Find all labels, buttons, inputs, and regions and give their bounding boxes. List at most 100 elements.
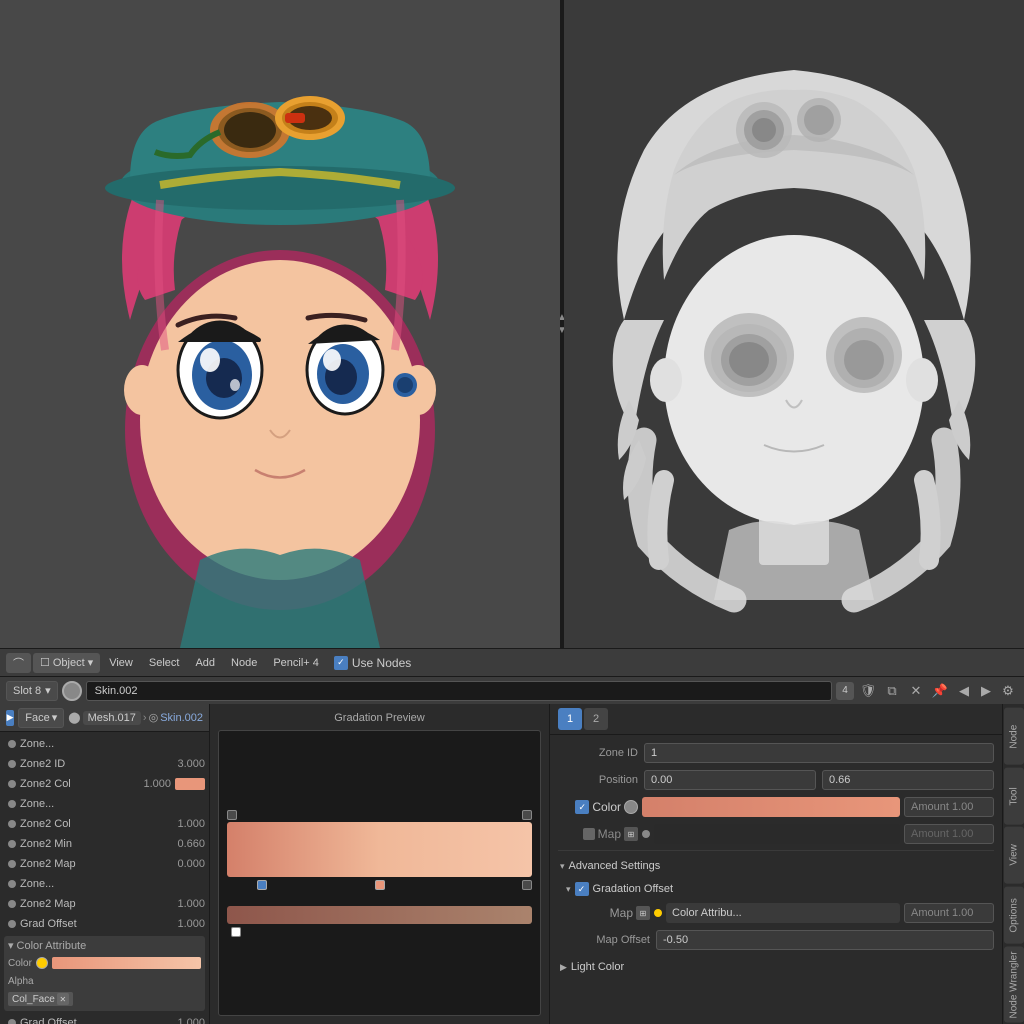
color-gradient-preview[interactable] <box>52 957 201 969</box>
node-dot <box>8 760 16 768</box>
node-menu[interactable]: Node <box>224 653 264 673</box>
list-item[interactable]: Grad Offset 1.000 <box>0 1013 209 1024</box>
position-field-2[interactable]: 0.66 <box>822 770 994 790</box>
color-row-main: ✓ Color Amount 1.00 <box>558 795 994 819</box>
slot-selector[interactable]: Slot 8 ▾ <box>6 681 58 701</box>
gradation-offset-checkbox[interactable]: ✓ <box>575 882 589 896</box>
gradient-stop-mid[interactable] <box>375 880 385 890</box>
map-dot-yellow <box>654 909 662 917</box>
gradient-stop-top-right[interactable] <box>522 810 532 820</box>
side-tab-view[interactable]: View <box>1004 827 1024 884</box>
shield-icon[interactable]: 🛡 <box>858 681 878 701</box>
gradient-bar-top[interactable] <box>227 822 532 877</box>
add-menu[interactable]: Add <box>188 653 222 673</box>
tab-2[interactable]: 2 <box>584 708 608 730</box>
color-picker-dot[interactable] <box>36 957 48 969</box>
gradient-stop-top-left[interactable] <box>227 810 237 820</box>
side-tab-tool[interactable]: Tool <box>1004 768 1024 825</box>
gradation-offset-header[interactable]: ▾ ✓ Gradation Offset <box>558 879 994 899</box>
side-tab-node-wrangler[interactable]: Node Wrangler <box>1004 947 1024 1023</box>
view-menu[interactable]: View <box>102 653 140 673</box>
object-label: Object <box>53 657 85 669</box>
col-face-tag[interactable]: Col_Face ✕ <box>8 992 73 1006</box>
dropdown-icon: ▾ <box>88 656 94 669</box>
pencilplus-menu[interactable]: Pencil+ 4 <box>266 653 326 673</box>
gradient-stop-white[interactable] <box>231 927 241 937</box>
color-label-text: Color <box>592 800 621 814</box>
side-tab-options[interactable]: Options <box>1004 887 1024 944</box>
node-list[interactable]: Zone... Zone2 ID 3.000 Zone2 Col 1.000 Z… <box>0 732 209 1024</box>
map-field-empty[interactable] <box>654 824 900 844</box>
nav-next-icon[interactable]: ▶ <box>976 681 996 701</box>
map-icon: ⊞ <box>624 827 638 841</box>
viewport-right[interactable] <box>564 0 1024 648</box>
gradient-bar2-wrapper <box>227 906 532 937</box>
editor-type-selector[interactable]: ⌒ <box>6 653 31 673</box>
select-menu[interactable]: Select <box>142 653 187 673</box>
pin-icon[interactable]: 📌 <box>930 681 950 701</box>
settings-icon[interactable]: ⚙ <box>998 681 1018 701</box>
node-dot <box>8 1019 16 1024</box>
object-selector[interactable]: ☐ Object ▾ <box>33 653 100 673</box>
map-label-text: Map <box>598 827 621 841</box>
gradient-stop-left[interactable] <box>257 880 267 890</box>
mesh-path-item[interactable]: Mesh.017 <box>83 711 141 725</box>
node-dot <box>8 880 16 888</box>
zone-id-field[interactable]: 1 <box>644 743 994 763</box>
slot-label: Slot 8 <box>13 685 41 697</box>
unlink-icon[interactable]: ✕ <box>906 681 926 701</box>
color-attrib-field[interactable]: Color Attribu... <box>666 903 900 923</box>
advanced-settings-header[interactable]: ▾ Advanced Settings <box>558 855 994 877</box>
zone-id-label: Zone ID <box>558 747 638 759</box>
tab-1[interactable]: 1 <box>558 708 582 730</box>
list-item[interactable]: Zone... <box>0 874 209 894</box>
map-icon-2: ⊞ <box>636 906 650 920</box>
material-name-field[interactable]: Skin.002 <box>86 681 832 701</box>
list-item[interactable]: Zone2 Col 1.000 <box>0 774 209 794</box>
gradient-stop-right[interactable] <box>522 880 532 890</box>
node-value: 1.000 <box>177 818 205 830</box>
material-path-icon: ◎ <box>149 711 159 724</box>
list-item[interactable]: Zone... <box>0 734 209 754</box>
curve-icon: ⌒ <box>13 655 24 671</box>
path-icon: ⬤ <box>68 711 80 724</box>
right-viewport-svg <box>564 0 1024 648</box>
map-amount-field-2[interactable]: Amount 1.00 <box>904 903 994 923</box>
list-item[interactable]: Zone2 Min 0.660 <box>0 834 209 854</box>
use-nodes-label: Use Nodes <box>352 656 411 670</box>
color-checkbox[interactable]: ✓ <box>575 800 589 814</box>
list-item[interactable]: Zone2 ID 3.000 <box>0 754 209 774</box>
light-section-arrow: ▶ <box>560 962 567 973</box>
copy-icon[interactable]: ⧉ <box>882 681 902 701</box>
map-offset-field[interactable]: -0.50 <box>656 930 994 950</box>
color-swatch-main[interactable] <box>642 797 900 817</box>
node-value: 1.000 <box>143 778 171 790</box>
list-item[interactable]: Grad Offset 1.000 <box>0 914 209 934</box>
gradient-bar-bottom[interactable] <box>227 906 532 924</box>
face-selector[interactable]: Face ▾ <box>18 708 64 728</box>
material-path-item[interactable]: Skin.002 <box>160 712 203 724</box>
gradient-box[interactable] <box>218 730 541 1016</box>
nav-prev-icon[interactable]: ◀ <box>954 681 974 701</box>
list-item[interactable]: Zone2 Map 1.000 <box>0 894 209 914</box>
map-label-area: Map ⊞ <box>558 827 638 841</box>
map-amount-field[interactable]: Amount 1.00 <box>904 824 994 844</box>
side-tab-node[interactable]: Node <box>1004 708 1024 765</box>
position-row: Position 0.00 0.66 <box>558 768 994 792</box>
material-users-count[interactable]: 4 <box>836 682 854 700</box>
tabs-row: 1 2 <box>550 704 1002 735</box>
properties-area: Zone ID 1 Position 0.00 0.66 <box>550 735 1002 1024</box>
light-color-header[interactable]: ▶ Light Color <box>558 956 994 978</box>
color-amount-field[interactable]: Amount 1.00 <box>904 797 994 817</box>
list-item[interactable]: Zone2 Col 1.000 <box>0 814 209 834</box>
list-item[interactable]: Zone... <box>0 794 209 814</box>
use-nodes-toggle[interactable]: ✓ Use Nodes <box>334 656 411 670</box>
list-item[interactable]: Zone2 Map 0.000 <box>0 854 209 874</box>
gradation-offset-title: Gradation Offset <box>593 883 674 895</box>
map-checkbox-inactive[interactable] <box>583 828 595 840</box>
material-ball-icon <box>62 681 82 701</box>
position-field-1[interactable]: 0.00 <box>644 770 816 790</box>
remove-col-face-btn[interactable]: ✕ <box>57 993 69 1005</box>
viewport-left[interactable] <box>0 0 560 648</box>
light-color-title: Light Color <box>571 961 624 973</box>
